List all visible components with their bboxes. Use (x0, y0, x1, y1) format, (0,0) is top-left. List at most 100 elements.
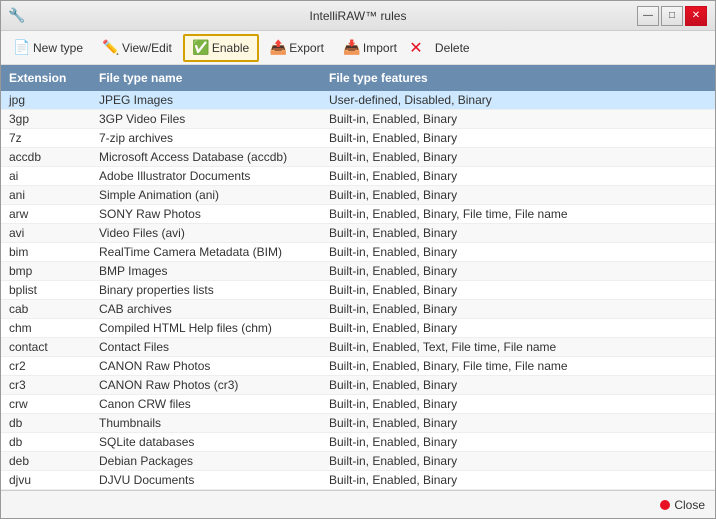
cell-extension: avi (1, 224, 91, 242)
cell-file-type-features: Built-in, Enabled, Binary, File time, Fi… (321, 205, 715, 223)
cell-extension: db (1, 414, 91, 432)
window-title: IntelliRAW™ rules (310, 9, 407, 23)
cell-file-type-features: User-defined, Disabled, Binary (321, 91, 715, 109)
cell-extension: ani (1, 186, 91, 204)
cell-extension: bplist (1, 281, 91, 299)
view-edit-button[interactable]: ✏️ View/Edit (94, 34, 181, 62)
main-window: 🔧 IntelliRAW™ rules — □ ✕ 📄 New type ✏️ … (0, 0, 716, 519)
view-edit-icon: ✏️ (103, 40, 119, 56)
table-body[interactable]: jpgJPEG ImagesUser-defined, Disabled, Bi… (1, 91, 715, 490)
table-row[interactable]: cr3CANON Raw Photos (cr3)Built-in, Enabl… (1, 376, 715, 395)
cell-file-type-features: Built-in, Enabled, Binary (321, 395, 715, 413)
cell-extension: db (1, 433, 91, 451)
table-row[interactable]: bmpBMP ImagesBuilt-in, Enabled, Binary (1, 262, 715, 281)
cell-file-type-name: CANON Raw Photos (91, 357, 321, 375)
cell-extension: bmp (1, 262, 91, 280)
cell-extension: contact (1, 338, 91, 356)
table-row[interactable]: crwCanon CRW filesBuilt-in, Enabled, Bin… (1, 395, 715, 414)
table-row[interactable]: djvuDJVU DocumentsBuilt-in, Enabled, Bin… (1, 471, 715, 490)
cell-file-type-features: Built-in, Enabled, Binary (321, 243, 715, 261)
enable-icon: ✅ (193, 40, 209, 56)
cell-file-type-name: Canon CRW files (91, 395, 321, 413)
cell-file-type-name: Simple Animation (ani) (91, 186, 321, 204)
cell-file-type-name: 7-zip archives (91, 129, 321, 147)
table-row[interactable]: aiAdobe Illustrator DocumentsBuilt-in, E… (1, 167, 715, 186)
cell-extension: cab (1, 300, 91, 318)
header-file-type-name: File type name (91, 69, 321, 87)
cell-file-type-features: Built-in, Enabled, Binary (321, 452, 715, 470)
table-row[interactable]: arwSONY Raw PhotosBuilt-in, Enabled, Bin… (1, 205, 715, 224)
enable-button[interactable]: ✅ Enable (183, 34, 259, 62)
title-bar-left: 🔧 (9, 8, 25, 24)
table-row[interactable]: 7z7-zip archivesBuilt-in, Enabled, Binar… (1, 129, 715, 148)
cell-file-type-features: Built-in, Enabled, Binary (321, 186, 715, 204)
table-row[interactable]: dbThumbnailsBuilt-in, Enabled, Binary (1, 414, 715, 433)
new-type-label: New type (33, 41, 83, 55)
delete-button[interactable]: Delete (426, 34, 479, 62)
file-types-table: Extension File type name File type featu… (1, 65, 715, 490)
table-row[interactable]: accdbMicrosoft Access Database (accdb)Bu… (1, 148, 715, 167)
cell-file-type-features: Built-in, Enabled, Binary (321, 319, 715, 337)
cell-file-type-name: SONY Raw Photos (91, 205, 321, 223)
close-button[interactable]: Close (660, 498, 705, 512)
cell-extension: jpg (1, 91, 91, 109)
cell-file-type-name: Compiled HTML Help files (chm) (91, 319, 321, 337)
table-row[interactable]: aviVideo Files (avi)Built-in, Enabled, B… (1, 224, 715, 243)
table-row[interactable]: dbSQLite databasesBuilt-in, Enabled, Bin… (1, 433, 715, 452)
table-row[interactable]: aniSimple Animation (ani)Built-in, Enabl… (1, 186, 715, 205)
app-icon: 🔧 (9, 8, 25, 24)
cell-extension: arw (1, 205, 91, 223)
cell-file-type-features: Built-in, Enabled, Binary (321, 224, 715, 242)
cell-file-type-features: Built-in, Enabled, Text, File time, File… (321, 338, 715, 356)
delete-label: Delete (435, 41, 470, 55)
restore-button[interactable]: □ (661, 6, 683, 26)
table-row[interactable]: bimRealTime Camera Metadata (BIM)Built-i… (1, 243, 715, 262)
cell-file-type-features: Built-in, Enabled, Binary (321, 376, 715, 394)
close-label: Close (674, 498, 705, 512)
cell-file-type-name: DJVU Documents (91, 471, 321, 489)
table-row[interactable]: bplistBinary properties listsBuilt-in, E… (1, 281, 715, 300)
cell-file-type-features: Built-in, Enabled, Binary (321, 414, 715, 432)
cell-file-type-features: Built-in, Enabled, Binary (321, 471, 715, 489)
import-label: Import (363, 41, 397, 55)
table-row[interactable]: chmCompiled HTML Help files (chm)Built-i… (1, 319, 715, 338)
table-row[interactable]: cabCAB archivesBuilt-in, Enabled, Binary (1, 300, 715, 319)
cell-file-type-name: Binary properties lists (91, 281, 321, 299)
cell-extension: bim (1, 243, 91, 261)
cell-file-type-name: RealTime Camera Metadata (BIM) (91, 243, 321, 261)
new-type-icon: 📄 (14, 40, 30, 56)
cell-file-type-name: CANON Raw Photos (cr3) (91, 376, 321, 394)
export-button[interactable]: 📤 Export (261, 34, 333, 62)
cell-extension: djvu (1, 471, 91, 489)
status-bar: Close (1, 490, 715, 518)
table-row[interactable]: contactContact FilesBuilt-in, Enabled, T… (1, 338, 715, 357)
import-button[interactable]: 📥 Import (335, 34, 406, 62)
cell-file-type-name: SQLite databases (91, 433, 321, 451)
table-row[interactable]: jpgJPEG ImagesUser-defined, Disabled, Bi… (1, 91, 715, 110)
cell-extension: accdb (1, 148, 91, 166)
cell-file-type-features: Built-in, Enabled, Binary (321, 129, 715, 147)
header-extension: Extension (1, 69, 91, 87)
window-close-button[interactable]: ✕ (685, 6, 707, 26)
cell-file-type-features: Built-in, Enabled, Binary (321, 433, 715, 451)
toolbar: 📄 New type ✏️ View/Edit ✅ Enable 📤 Expor… (1, 31, 715, 65)
cell-file-type-features: Built-in, Enabled, Binary, File time, Fi… (321, 357, 715, 375)
table-row[interactable]: debDebian PackagesBuilt-in, Enabled, Bin… (1, 452, 715, 471)
title-bar: 🔧 IntelliRAW™ rules — □ ✕ (1, 1, 715, 31)
table-header: Extension File type name File type featu… (1, 65, 715, 91)
table-row[interactable]: cr2CANON Raw PhotosBuilt-in, Enabled, Bi… (1, 357, 715, 376)
cell-file-type-name: Adobe Illustrator Documents (91, 167, 321, 185)
table-row[interactable]: 3gp3GP Video FilesBuilt-in, Enabled, Bin… (1, 110, 715, 129)
cell-extension: cr3 (1, 376, 91, 394)
cell-file-type-name: Contact Files (91, 338, 321, 356)
header-file-type-features: File type features (321, 69, 715, 87)
new-type-button[interactable]: 📄 New type (5, 34, 92, 62)
export-label: Export (289, 41, 324, 55)
minimize-button[interactable]: — (637, 6, 659, 26)
cell-file-type-features: Built-in, Enabled, Binary (321, 262, 715, 280)
import-icon: 📥 (344, 40, 360, 56)
cell-extension: crw (1, 395, 91, 413)
cell-file-type-name: Video Files (avi) (91, 224, 321, 242)
cell-file-type-name: Microsoft Access Database (accdb) (91, 148, 321, 166)
cell-extension: 3gp (1, 110, 91, 128)
